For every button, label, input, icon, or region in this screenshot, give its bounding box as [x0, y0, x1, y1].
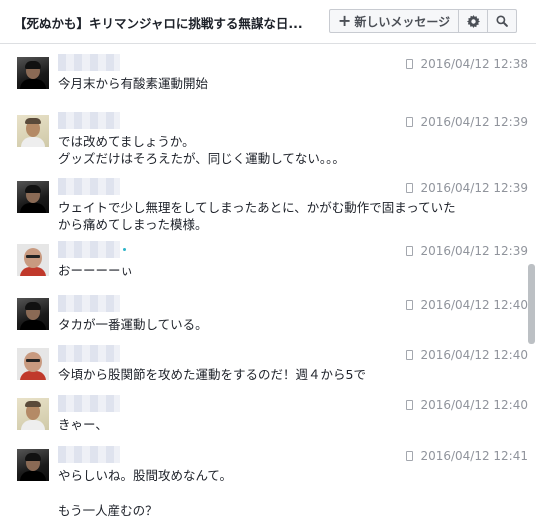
- sender-name-blurred[interactable]: [58, 112, 120, 129]
- message-text: では改めてましょうか。 グッズだけはそろえたが、同じく運動してない。。。: [58, 134, 345, 166]
- message-text: タカが一番運動している。: [58, 317, 208, 332]
- message-timestamp: 2016/04/12 12:41: [406, 449, 528, 463]
- avatar[interactable]: [17, 348, 49, 380]
- mobile-icon: [406, 300, 414, 310]
- message-timestamp: 2016/04/12 12:39: [406, 244, 528, 258]
- message-timestamp: 2016/04/12 12:39: [406, 181, 528, 195]
- conversation-header: 【死ぬかも】キリマンジャロに挑戦する無謀な日... + 新しいメッセージ: [0, 0, 536, 44]
- avatar[interactable]: [17, 398, 49, 430]
- message-timestamp: 2016/04/12 12:39: [406, 115, 528, 129]
- mobile-icon: [406, 400, 414, 410]
- plus-icon: +: [337, 11, 352, 30]
- header-toolbar: + 新しいメッセージ: [329, 9, 517, 33]
- search-icon: [496, 15, 508, 27]
- avatar[interactable]: [17, 181, 49, 213]
- message-list[interactable]: 2016/04/12 12:38 今月末から有酸素運動開始 2016/04/12…: [0, 44, 528, 518]
- sender-name-blurred[interactable]: [58, 395, 120, 412]
- avatar[interactable]: [17, 449, 49, 481]
- settings-button[interactable]: [459, 10, 488, 32]
- scrollbar-thumb[interactable]: [528, 264, 535, 344]
- message-text: 今頃から股関節を攻めた運動をするのだ！週４から5で: [58, 367, 366, 382]
- search-button[interactable]: [488, 10, 516, 32]
- message-timestamp: 2016/04/12 12:38: [406, 57, 528, 71]
- message-timestamp: 2016/04/12 12:40: [406, 348, 528, 362]
- new-message-label: 新しいメッセージ: [354, 14, 451, 29]
- sender-name-blurred[interactable]: [58, 241, 120, 258]
- mobile-icon: [406, 451, 414, 461]
- sender-name-blurred[interactable]: [58, 295, 120, 312]
- message-text: ウェイトで少し無理をしてしまったあとに、かがむ動作で固まっていた から痛めてしま…: [58, 200, 456, 232]
- mobile-icon: [406, 117, 414, 127]
- online-indicator: [123, 248, 126, 251]
- gear-icon: [466, 14, 480, 28]
- avatar[interactable]: [17, 298, 49, 330]
- mobile-icon: [406, 183, 414, 193]
- sender-name-blurred[interactable]: [58, 54, 120, 71]
- message-text: やらしいね。股間攻めなんて。 もう一人産むの？: [58, 468, 233, 518]
- conversation-title: 【死ぬかも】キリマンジャロに挑戦する無謀な日...: [14, 16, 303, 31]
- message-timestamp: 2016/04/12 12:40: [406, 298, 528, 312]
- message-text: 今月末から有酸素運動開始: [58, 76, 209, 91]
- mobile-icon: [406, 350, 414, 360]
- mobile-icon: [406, 246, 414, 256]
- avatar[interactable]: [17, 244, 49, 276]
- new-message-button[interactable]: + 新しいメッセージ: [330, 10, 459, 32]
- avatar[interactable]: [17, 57, 49, 89]
- sender-name-blurred[interactable]: [58, 345, 120, 362]
- message-text: きゃー、: [58, 417, 108, 432]
- mobile-icon: [406, 59, 414, 69]
- avatar[interactable]: [17, 115, 49, 147]
- sender-name-blurred[interactable]: [58, 446, 120, 463]
- sender-name-blurred[interactable]: [58, 178, 120, 195]
- message-text: おーーーーぃ: [58, 263, 134, 278]
- message-timestamp: 2016/04/12 12:40: [406, 398, 528, 412]
